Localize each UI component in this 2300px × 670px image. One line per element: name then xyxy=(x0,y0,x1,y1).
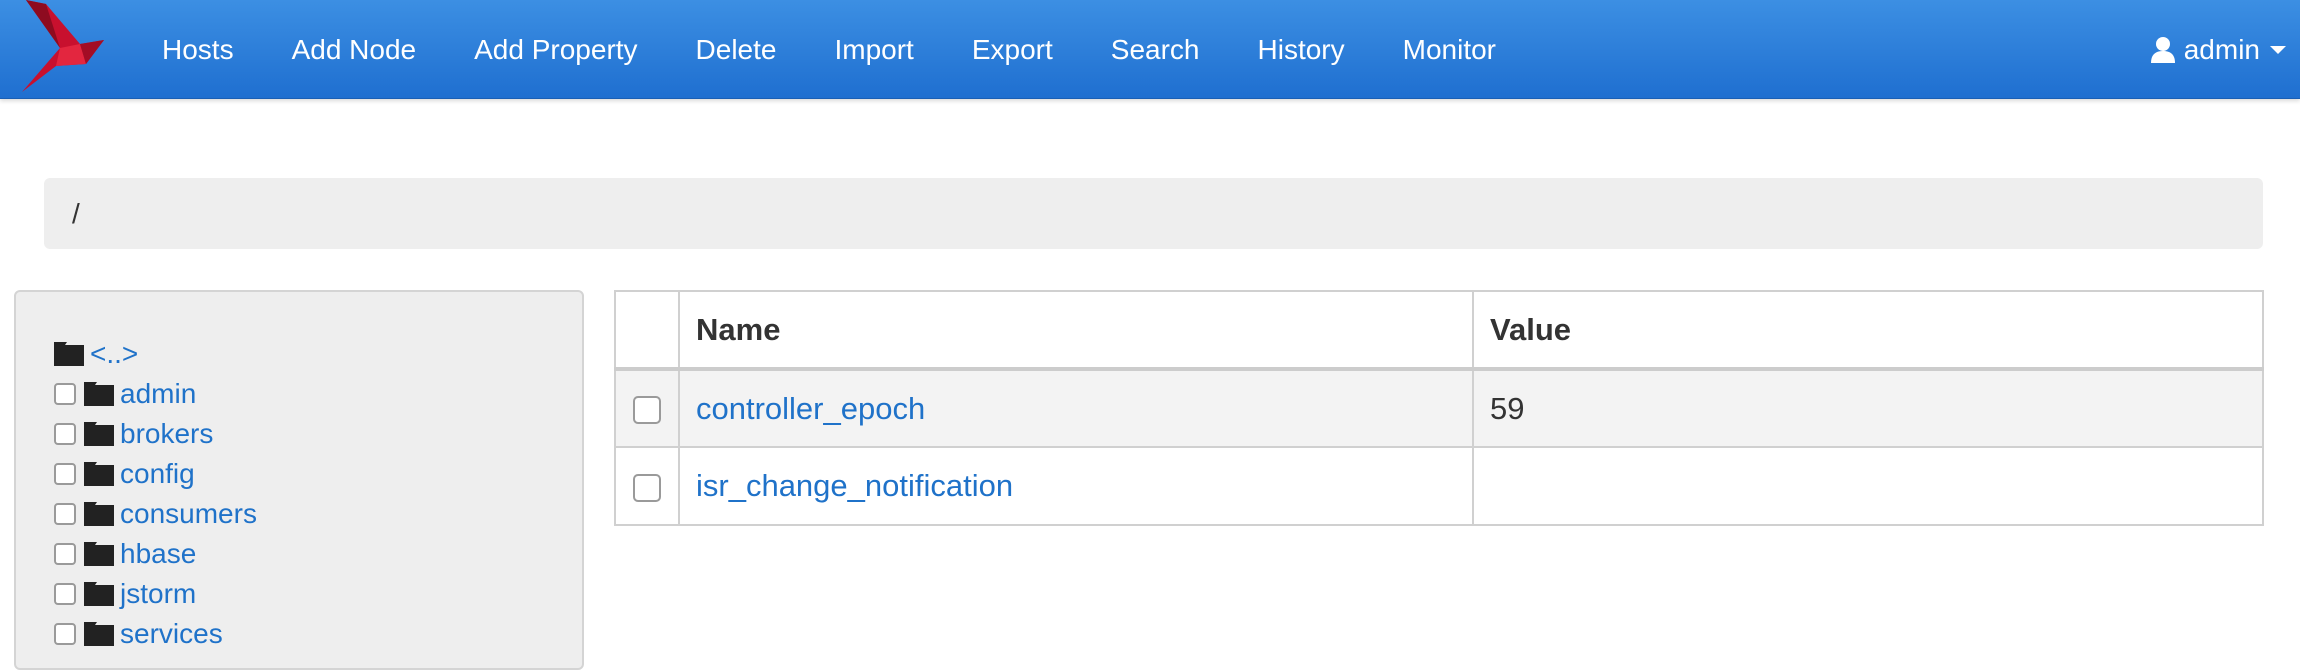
tree-item-checkbox[interactable] xyxy=(54,503,76,525)
tree-parent-item[interactable]: <..> xyxy=(54,334,582,374)
tree-item-link[interactable]: consumers xyxy=(120,498,257,530)
folder-icon xyxy=(84,542,114,566)
row-name-cell: controller_epoch xyxy=(678,368,1474,448)
nav-menu: Hosts Add Node Add Property Delete Impor… xyxy=(133,0,1525,99)
tree-item-checkbox[interactable] xyxy=(54,623,76,645)
tree-item: admin xyxy=(54,374,582,414)
nav-delete[interactable]: Delete xyxy=(667,34,806,66)
top-navbar: Hosts Add Node Add Property Delete Impor… xyxy=(0,0,2300,99)
tree-item-checkbox[interactable] xyxy=(54,463,76,485)
folder-icon xyxy=(84,462,114,486)
breadcrumb-path: / xyxy=(72,197,80,229)
nav-add-node[interactable]: Add Node xyxy=(263,34,446,66)
folder-icon xyxy=(84,422,114,446)
table-row: controller_epoch 59 xyxy=(614,368,2264,448)
tree-item-link[interactable]: admin xyxy=(120,378,196,410)
header-checkbox-cell xyxy=(614,290,680,371)
tree-item-checkbox[interactable] xyxy=(54,423,76,445)
user-name: admin xyxy=(2183,33,2260,65)
user-menu[interactable]: admin xyxy=(2150,0,2286,99)
nav-search[interactable]: Search xyxy=(1082,34,1229,66)
row-checkbox[interactable] xyxy=(633,473,661,502)
nav-export[interactable]: Export xyxy=(943,34,1082,66)
folder-icon xyxy=(84,502,114,526)
breadcrumb: / xyxy=(44,178,2263,249)
chevron-down-icon xyxy=(2270,45,2286,54)
folder-icon xyxy=(84,382,114,406)
tree-item-checkbox[interactable] xyxy=(54,383,76,405)
nav-add-property[interactable]: Add Property xyxy=(445,34,666,66)
tree-item: brokers xyxy=(54,414,582,454)
tree-item: hbase xyxy=(54,534,582,574)
tree-item: config xyxy=(54,454,582,494)
folder-icon xyxy=(54,342,84,366)
row-checkbox-cell xyxy=(614,368,680,448)
table-row: isr_change_notification xyxy=(614,446,2264,526)
nav-history[interactable]: History xyxy=(1229,34,1374,66)
row-checkbox-cell xyxy=(614,446,680,526)
tree-item: jstorm xyxy=(54,574,582,614)
tree-item-link[interactable]: hbase xyxy=(120,538,196,570)
node-tree-panel: <..> admin brokers config consumers hbas… xyxy=(14,290,584,670)
nav-import[interactable]: Import xyxy=(805,34,942,66)
nav-monitor[interactable]: Monitor xyxy=(1374,34,1525,66)
row-name-link[interactable]: isr_change_notification xyxy=(696,468,1013,503)
tree-item-checkbox[interactable] xyxy=(54,583,76,605)
table-header-row: Name Value xyxy=(614,290,2264,371)
row-checkbox[interactable] xyxy=(633,396,661,425)
property-table: Name Value controller_epoch 59 isr_chang… xyxy=(614,290,2264,526)
tree-item-link[interactable]: jstorm xyxy=(120,578,196,610)
folder-icon xyxy=(84,582,114,606)
tree-item-link[interactable]: services xyxy=(120,618,223,650)
tree-item: consumers xyxy=(54,494,582,534)
folder-icon xyxy=(84,622,114,646)
row-value-cell xyxy=(1472,446,2264,526)
tree-item-link[interactable]: config xyxy=(120,458,195,490)
tree-parent-link[interactable]: <..> xyxy=(90,338,138,370)
user-icon xyxy=(2150,36,2175,63)
bird-logo-icon[interactable] xyxy=(16,0,106,94)
row-name-link[interactable]: controller_epoch xyxy=(696,391,925,426)
row-name-cell: isr_change_notification xyxy=(678,446,1474,526)
tree-item: services xyxy=(54,614,582,654)
header-value: Value xyxy=(1472,290,2264,371)
tree-item-link[interactable]: brokers xyxy=(120,418,213,450)
tree-item-checkbox[interactable] xyxy=(54,543,76,565)
nav-hosts[interactable]: Hosts xyxy=(133,34,263,66)
row-value-cell: 59 xyxy=(1472,368,2264,448)
header-name: Name xyxy=(678,290,1474,371)
